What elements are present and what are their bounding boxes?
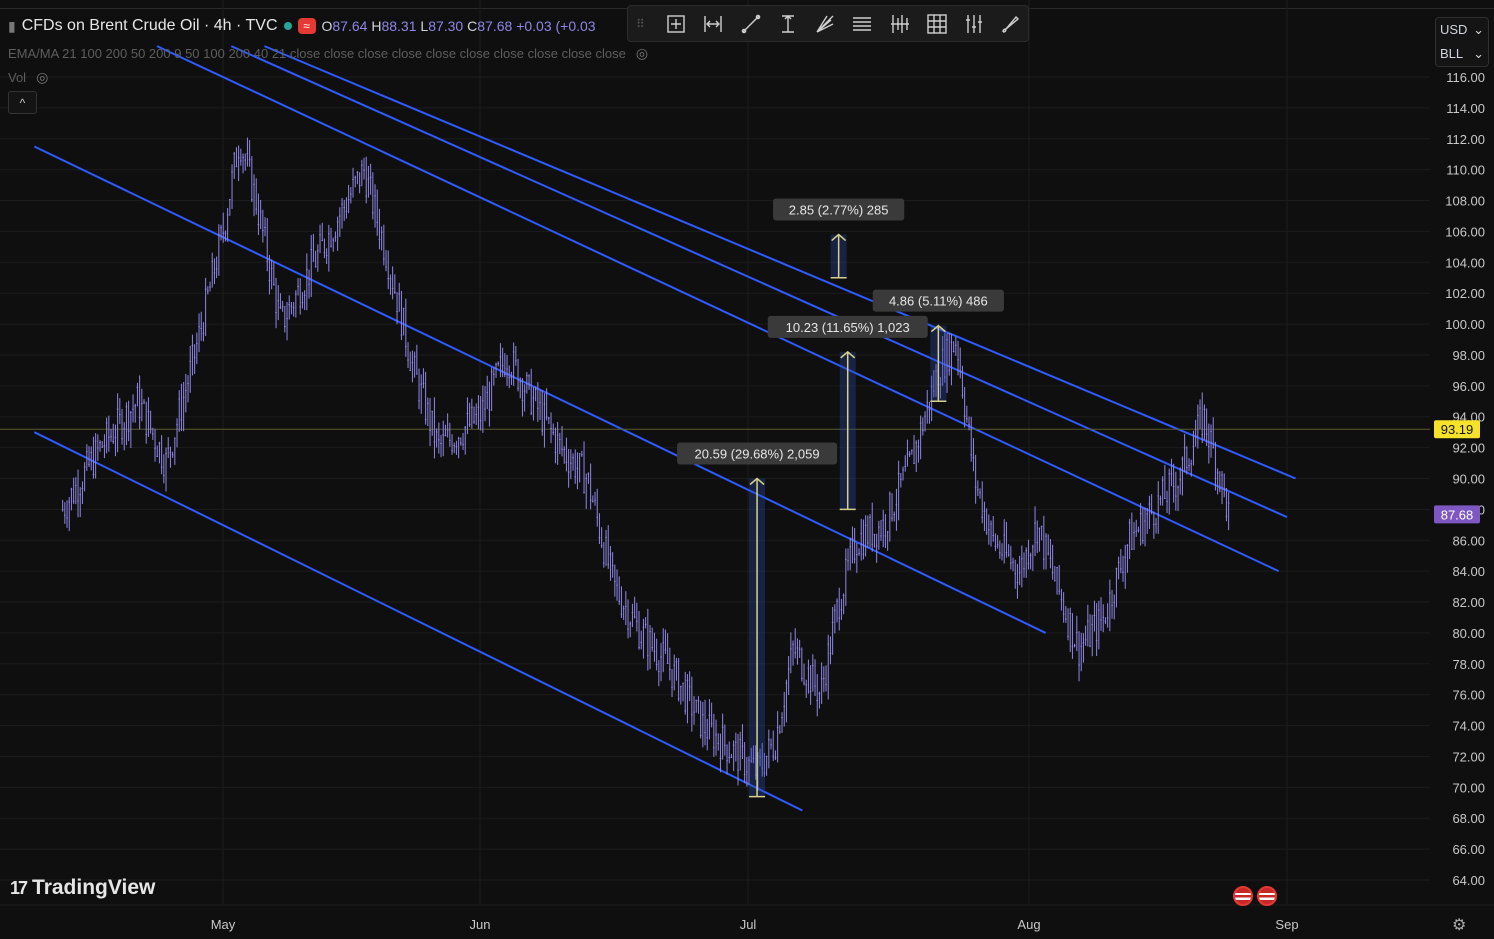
price-chart[interactable]: 2.85 (2.77%) 285 10.23 (11.65%) 1,023 4.86… (0, 0, 1494, 939)
price-tick-label: 100.00 (1445, 317, 1485, 332)
price-axis: 116.00 114.00 112.00 110.00 108.00 106.00 104.… (1430, 70, 1494, 905)
indicator-legend[interactable]: EMA/MA 21 100 200 50 200 9 50 100 200 40… (8, 45, 648, 62)
price-tick-label: 84.00 (1452, 564, 1485, 579)
price-tick-label: 104.00 (1445, 255, 1485, 270)
price-tick-label: 102.00 (1445, 286, 1485, 301)
lines-icon[interactable] (846, 10, 879, 38)
price-tick-label: 86.00 (1452, 533, 1485, 548)
drawing-toolbar: ⠿ (627, 5, 1029, 42)
price-tick-label: 116.00 (1446, 70, 1485, 85)
collapse-legend-button[interactable]: ^ (8, 91, 37, 114)
time-tick-label: Jul (740, 917, 757, 932)
price-tick-label: 82.00 (1452, 595, 1485, 610)
time-tick-label: May (211, 917, 236, 932)
adjust-icon[interactable] (958, 10, 991, 38)
price-tick-label: 68.00 (1452, 811, 1485, 826)
price-tick-label: 72.00 (1452, 749, 1485, 764)
tradingview-logo[interactable]: 17 TradingView (10, 876, 155, 900)
price-tick-label: 78.00 (1452, 657, 1485, 672)
price-tick-label: 70.00 (1452, 780, 1485, 795)
time-tick-label: Jun (470, 917, 491, 932)
price-tick-label: 66.00 (1452, 842, 1485, 857)
us-flag-event-icon[interactable] (1257, 886, 1277, 906)
hidden-eye-icon[interactable]: ◎ (636, 45, 648, 62)
time-tick-label: Sep (1275, 917, 1298, 932)
logo-text: TradingView (32, 876, 156, 899)
symbol-legend: ▮ CFDs on Brent Crude Oil · 4h · TVC ≈ O… (8, 17, 596, 35)
currency-unit-selector[interactable]: USD ⌄ BLL ⌄ (1435, 17, 1489, 67)
channel-line (156, 45, 1280, 573)
economic-events (1233, 886, 1277, 906)
price-tick-label: 110.00 (1446, 163, 1485, 178)
us-flag-event-icon[interactable] (1233, 886, 1253, 906)
symbol-title[interactable]: CFDs on Brent Crude Oil · 4h · TVC (22, 17, 278, 35)
ohlc-values: O87.64 H88.31 L87.30 C87.68 +0.03 (+0.03 (321, 18, 596, 34)
hidden-eye-icon[interactable]: ◎ (36, 69, 48, 86)
pitchfork-icon[interactable] (809, 10, 842, 38)
price-tick-label: 114.00 (1446, 101, 1485, 116)
grid-icon[interactable] (920, 10, 953, 38)
volume-legend[interactable]: Vol ◎ (8, 69, 48, 86)
market-status-icon[interactable] (283, 22, 292, 30)
crosshair-box-icon[interactable] (660, 10, 693, 38)
price-tick-label: 80.00 (1452, 626, 1485, 641)
indicator-text: EMA/MA 21 100 200 50 200 9 50 100 200 40… (8, 46, 626, 61)
hline-price-label: 93.19 (1441, 422, 1474, 437)
drag-handle-icon[interactable]: ⠿ (636, 17, 656, 31)
price-tick-label: 74.00 (1452, 719, 1485, 734)
price-tick-label: 98.00 (1452, 348, 1485, 363)
logo-mark-icon: 17 (10, 877, 28, 898)
channel-line (33, 431, 803, 812)
symbol-type-icon: ▮ (8, 17, 16, 34)
price-tick-label: 90.00 (1452, 472, 1485, 487)
measure-label: 2.85 (2.77%) 285 (789, 203, 889, 218)
price-tick-label: 108.00 (1445, 194, 1485, 209)
currency-select[interactable]: USD ⌄ (1436, 18, 1488, 42)
measure-icon[interactable] (883, 10, 916, 38)
time-axis: May Jun Jul Aug Sep (0, 904, 1494, 932)
time-tick-label: Aug (1017, 917, 1040, 932)
measure-label: 4.86 (5.11%) 486 (889, 294, 988, 309)
price-tick-label: 76.00 (1452, 688, 1485, 703)
chevron-down-icon: ⌄ (1473, 46, 1484, 61)
date-range-icon[interactable] (697, 10, 730, 38)
current-price-label: 87.68 (1441, 507, 1474, 522)
price-tick-label: 64.00 (1452, 873, 1485, 888)
trend-line-icon[interactable] (734, 10, 767, 38)
price-tick-label: 112.00 (1446, 132, 1485, 147)
unit-select[interactable]: BLL ⌄ (1436, 42, 1488, 66)
measure-label: 20.59 (29.68%) 2,059 (695, 447, 820, 462)
wave-icon[interactable]: ≈ (297, 18, 316, 34)
brush-icon[interactable] (995, 10, 1028, 38)
candles (61, 137, 1230, 791)
price-tick-label: 92.00 (1452, 441, 1485, 456)
volume-label: Vol (8, 70, 27, 85)
fib-icon[interactable] (771, 10, 804, 38)
settings-gear-icon[interactable]: ⚙ (1452, 915, 1466, 935)
price-tick-label: 96.00 (1452, 379, 1485, 394)
measure-label: 10.23 (11.65%) 1,023 (786, 320, 910, 335)
chevron-down-icon: ⌄ (1473, 22, 1484, 37)
price-tick-label: 106.00 (1445, 224, 1485, 239)
channel-lines (33, 45, 1296, 812)
